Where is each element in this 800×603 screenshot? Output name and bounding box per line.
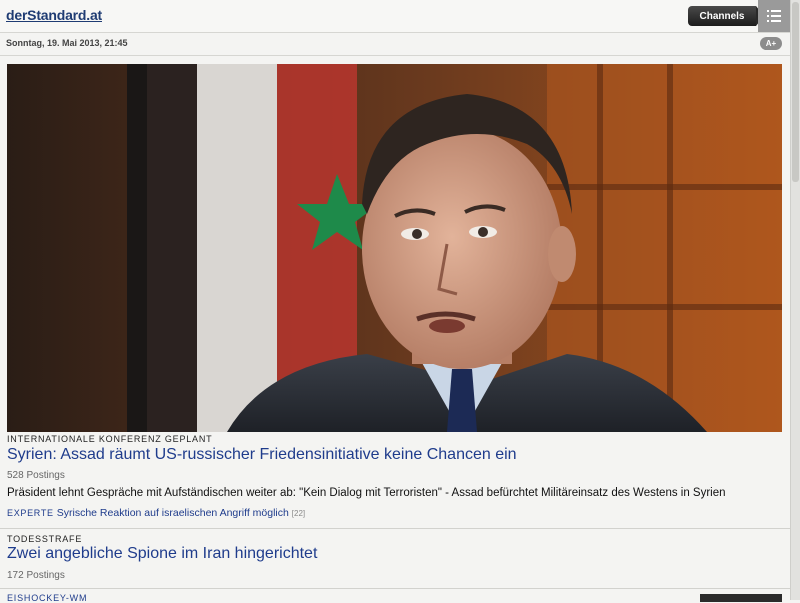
related-count: [22]: [291, 509, 306, 518]
lead-article-image[interactable]: [7, 64, 782, 432]
article-summary: Präsident lehnt Gespräche mit Aufständis…: [7, 487, 726, 499]
top-bar: derStandard.at Channels: [0, 0, 790, 33]
article-postings[interactable]: 528 Postings: [7, 470, 65, 481]
article-kicker: INTERNATIONALE KONFERENZ GEPLANT: [7, 434, 213, 444]
article-headline[interactable]: Syrien: Assad räumt US-russischer Friede…: [7, 446, 517, 464]
article-divider: [0, 528, 790, 529]
date-bar: Sonntag, 19. Mai 2013, 21:45 A+: [0, 33, 790, 56]
related-title[interactable]: Syrische Reaktion auf israelischen Angri…: [57, 507, 289, 519]
font-size-button[interactable]: A+: [760, 37, 782, 50]
article-kicker: TODESSTRAFE: [7, 534, 83, 544]
scrollbar-thumb[interactable]: [792, 2, 799, 182]
scrollbar[interactable]: [790, 0, 800, 600]
menu-button[interactable]: [758, 0, 790, 32]
related-link[interactable]: EXPERTE Syrische Reaktion auf israelische…: [7, 507, 305, 519]
list-menu-icon: [767, 10, 781, 22]
article-headline[interactable]: Zwei angebliche Spione im Iran hingerich…: [7, 545, 317, 563]
related-tag: EXPERTE: [7, 508, 54, 518]
article-postings[interactable]: 172 Postings: [7, 570, 65, 581]
article-kicker: EISHOCKEY-WM: [7, 593, 88, 603]
site-logo[interactable]: derStandard.at: [6, 7, 102, 23]
lead-photo: [7, 64, 782, 432]
channels-button[interactable]: Channels: [688, 6, 764, 26]
current-date: Sonntag, 19. Mai 2013, 21:45: [6, 38, 128, 48]
article-thumbnail[interactable]: [700, 594, 782, 602]
article-divider: [0, 588, 790, 589]
